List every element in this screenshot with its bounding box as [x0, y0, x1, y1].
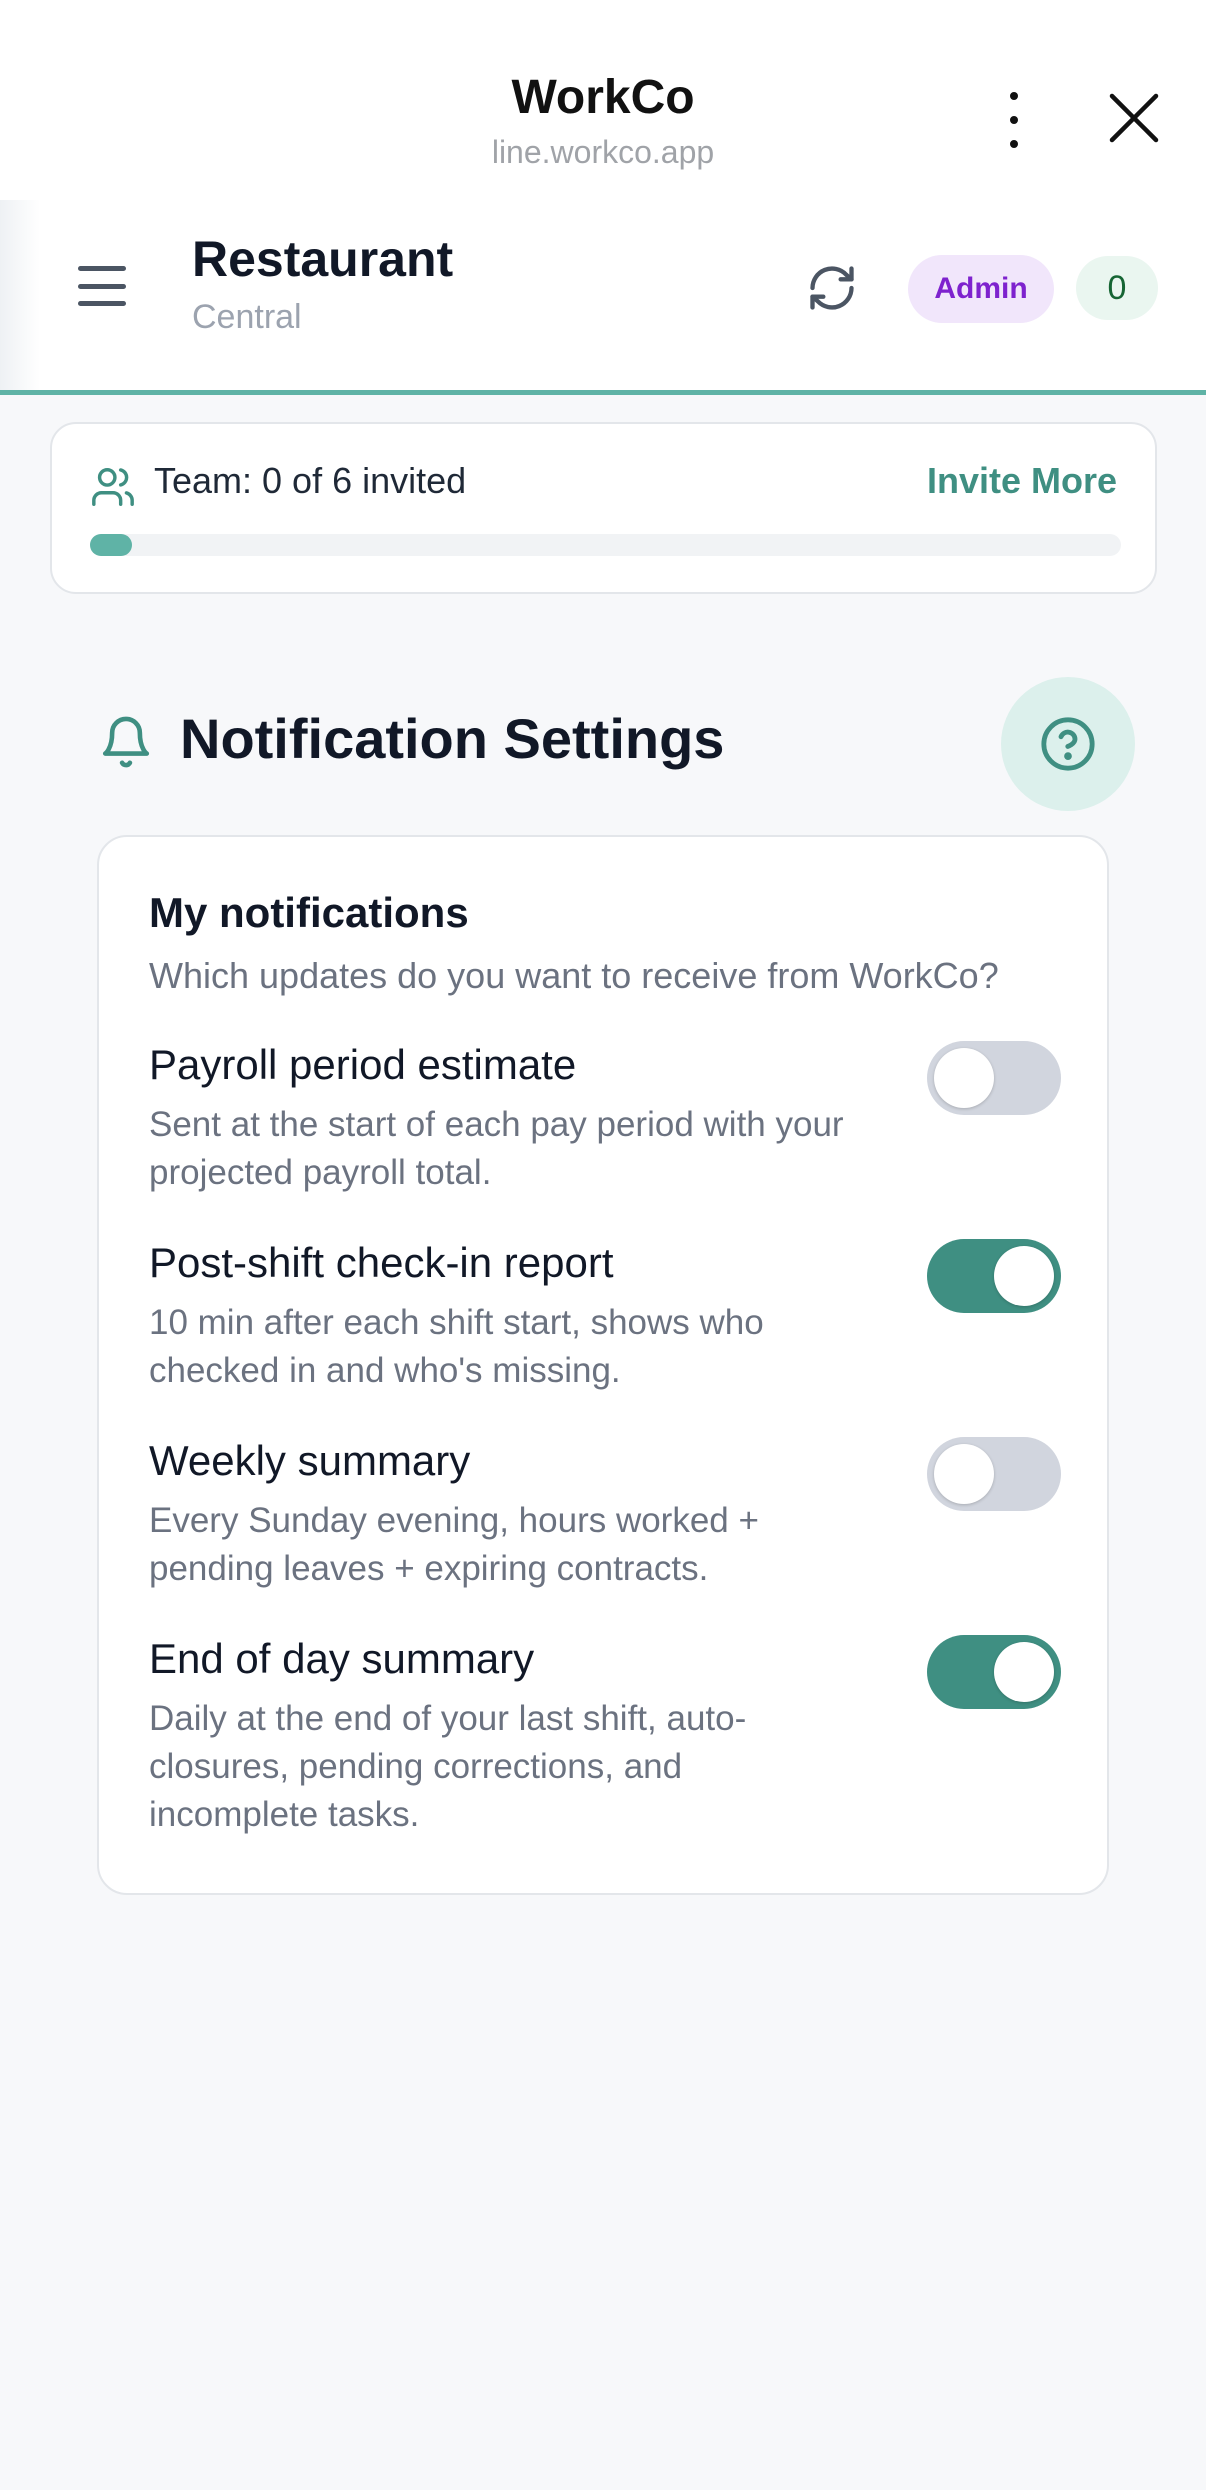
team-progress-bar — [90, 534, 1121, 556]
toggle-end-of-day-summary[interactable] — [927, 1635, 1061, 1709]
users-icon — [90, 464, 136, 510]
setting-description: Every Sunday evening, hours worked + pen… — [149, 1501, 759, 1588]
more-options-icon[interactable] — [998, 92, 1030, 148]
setting-label: End of day summary — [149, 1635, 535, 1682]
card-subtitle: Which updates do you want to receive fro… — [149, 955, 999, 996]
bell-icon — [98, 712, 154, 772]
close-icon[interactable] — [1108, 92, 1160, 144]
setting-label: Post-shift check-in report — [149, 1239, 614, 1286]
setting-post-shift-report: Post-shift check-in report 10 min after … — [149, 1239, 1061, 1395]
toggle-payroll-estimate[interactable] — [927, 1041, 1061, 1115]
setting-description: Sent at the start of each pay period wit… — [149, 1105, 844, 1192]
card-title: My notifications — [149, 889, 469, 936]
team-progress-fill — [90, 534, 132, 556]
browser-top-bar: WorkCo line.workco.app — [0, 0, 1206, 200]
notification-settings-card: My notifications Which updates do you wa… — [97, 835, 1109, 1895]
team-invite-card: Team: 0 of 6 invited Invite More — [50, 422, 1157, 594]
setting-end-of-day-summary: End of day summary Daily at the end of y… — [149, 1635, 1061, 1839]
setting-description: Daily at the end of your last shift, aut… — [149, 1699, 747, 1834]
help-button[interactable] — [1001, 677, 1135, 811]
invite-more-link[interactable]: Invite More — [927, 460, 1117, 502]
section-title: Notification Settings — [180, 707, 725, 770]
help-icon — [1041, 717, 1095, 771]
setting-label: Payroll period estimate — [149, 1041, 577, 1088]
setting-weekly-summary: Weekly summary Every Sunday evening, hou… — [149, 1437, 1061, 1593]
setting-label: Weekly summary — [149, 1437, 471, 1484]
menu-icon[interactable] — [78, 266, 126, 306]
team-status-text: Team: 0 of 6 invited — [154, 460, 467, 501]
count-badge: 0 — [1076, 256, 1158, 320]
setting-description: 10 min after each shift start, shows who… — [149, 1303, 764, 1390]
store-location: Central — [192, 298, 302, 336]
store-name: Restaurant — [192, 231, 454, 287]
toggle-weekly-summary[interactable] — [927, 1437, 1061, 1511]
toggle-post-shift-report[interactable] — [927, 1239, 1061, 1313]
setting-payroll-estimate: Payroll period estimate Sent at the star… — [149, 1041, 1061, 1197]
role-badge: Admin — [908, 255, 1054, 323]
app-header: Restaurant Central Admin 0 — [0, 200, 1206, 395]
refresh-icon[interactable] — [806, 262, 858, 314]
